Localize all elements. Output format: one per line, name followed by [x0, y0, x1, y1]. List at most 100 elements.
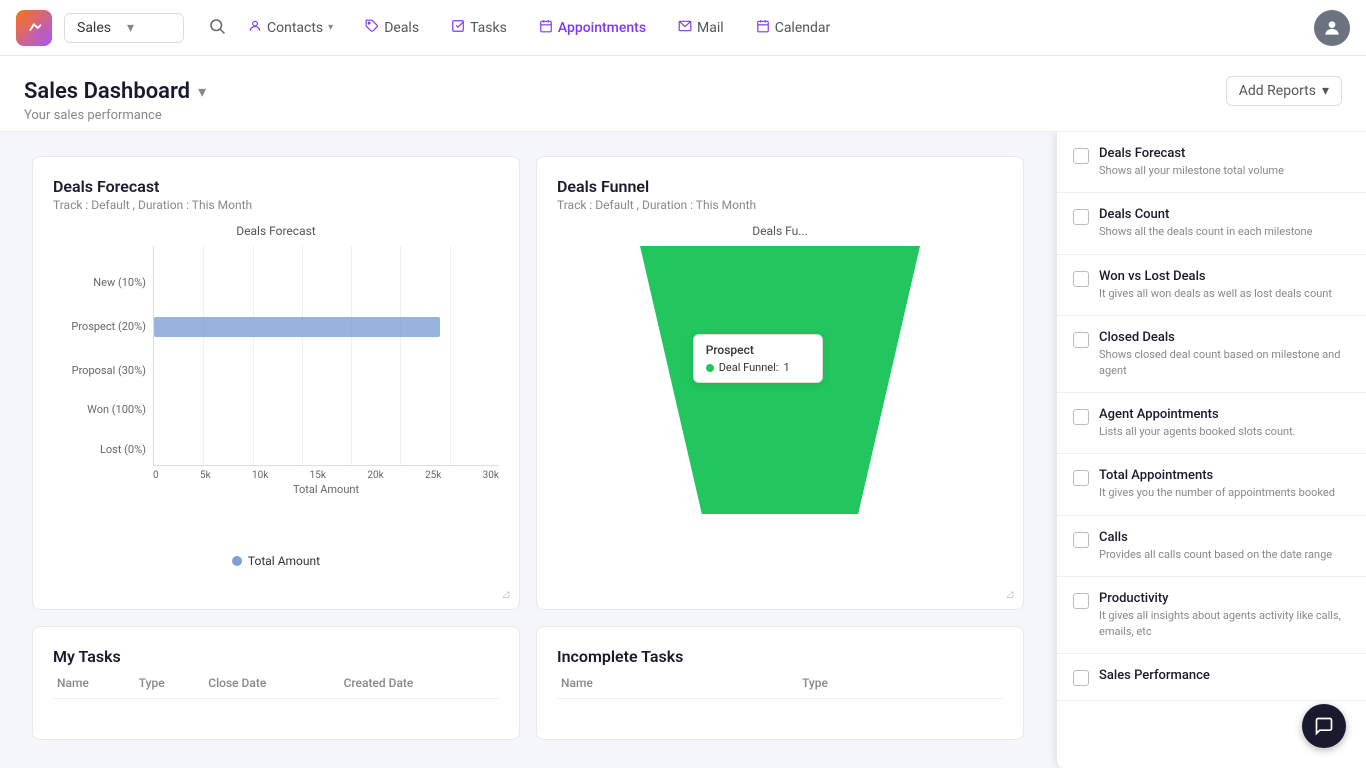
- panel-item-content-agent-appointments: Agent Appointments Lists all your agents …: [1099, 407, 1350, 439]
- user-avatar[interactable]: [1314, 10, 1350, 46]
- y-label-lost: Lost (0%): [50, 443, 146, 456]
- panel-item-won-vs-lost[interactable]: Won vs Lost DealsIt gives all won deals …: [1057, 255, 1366, 316]
- panel-checkbox-sales-performance[interactable]: [1073, 670, 1089, 686]
- panel-item-content-productivity: Productivity It gives all insights about …: [1099, 591, 1350, 639]
- add-reports-label: Add Reports: [1239, 83, 1316, 99]
- incomplete-tasks-table: Name Type: [557, 668, 1003, 699]
- panel-item-title-deals-forecast: Deals Forecast: [1099, 146, 1350, 161]
- incomplete-tasks-col-name: Name: [557, 668, 798, 699]
- deals-funnel-subtitle: Track : Default , Duration : This Month: [557, 198, 1003, 212]
- tooltip-item-label: Deal Funnel:: [719, 361, 779, 374]
- panel-item-title-won-vs-lost: Won vs Lost Deals: [1099, 269, 1350, 284]
- content-area: Deals Forecast Track : Default , Duratio…: [0, 132, 1366, 768]
- bar-row-prospect: Prospect (20%): [154, 312, 499, 342]
- my-tasks-col-type: Type: [135, 668, 205, 699]
- deals-forecast-subtitle: Track : Default , Duration : This Month: [53, 198, 499, 212]
- funnel-tooltip: Prospect Deal Funnel: 1: [693, 334, 823, 383]
- panel-item-desc-productivity: It gives all insights about agents activ…: [1099, 608, 1350, 639]
- right-panel: Deals ForecastShows all your milestone t…: [1056, 132, 1366, 768]
- panel-checkbox-agent-appointments[interactable]: [1073, 409, 1089, 425]
- panel-checkbox-calls[interactable]: [1073, 532, 1089, 548]
- dropdown-chevron-icon: ▾: [127, 20, 171, 36]
- sidebar-item-deals[interactable]: Deals: [351, 11, 433, 45]
- panel-item-total-appointments[interactable]: Total Appointments It gives you the numbe…: [1057, 454, 1366, 515]
- chat-button[interactable]: [1302, 704, 1346, 748]
- my-tasks-col-close-date: Close Date: [204, 668, 339, 699]
- panel-item-agent-appointments[interactable]: Agent Appointments Lists all your agents …: [1057, 393, 1366, 454]
- tasks-label: Tasks: [470, 20, 507, 36]
- calendar-label: Calendar: [775, 20, 831, 36]
- panel-item-content-deals-count: Deals CountShows all the deals count in …: [1099, 207, 1350, 239]
- sidebar-item-tasks[interactable]: Tasks: [437, 11, 521, 45]
- bar-row-won: Won (100%): [154, 395, 499, 425]
- bar-chart-title: Deals Forecast: [53, 224, 499, 238]
- sidebar-item-contacts[interactable]: Contacts ▾: [234, 11, 347, 45]
- my-tasks-widget: My Tasks Name Type Close Date Created Da…: [32, 626, 520, 741]
- funnel-resize-handle: ⊿: [1005, 587, 1015, 601]
- y-label-won: Won (100%): [50, 403, 146, 416]
- deals-forecast-title: Deals Forecast: [53, 177, 499, 196]
- my-tasks-title: My Tasks: [53, 647, 499, 666]
- panel-item-deals-forecast[interactable]: Deals ForecastShows all your milestone t…: [1057, 132, 1366, 193]
- bar-row-lost: Lost (0%): [154, 434, 499, 464]
- panel-checkbox-productivity[interactable]: [1073, 593, 1089, 609]
- navbar: Sales ▾ Contacts ▾ Deals: [0, 0, 1366, 56]
- main-wrapper: Sales Dashboard ▾ Add Reports ▾ Your sal…: [0, 0, 1366, 768]
- panel-checkbox-total-appointments[interactable]: [1073, 470, 1089, 486]
- legend-dot-total-amount: [232, 556, 242, 566]
- workspace-dropdown[interactable]: Sales ▾: [64, 13, 184, 43]
- x-label-0: 0: [153, 470, 159, 481]
- panel-item-desc-calls: Provides all calls count based on the da…: [1099, 547, 1350, 562]
- panel-checkbox-deals-forecast[interactable]: [1073, 148, 1089, 164]
- sidebar-item-appointments[interactable]: Appointments: [525, 11, 660, 45]
- panel-item-productivity[interactable]: Productivity It gives all insights about …: [1057, 577, 1366, 654]
- panel-item-content-total-appointments: Total Appointments It gives you the numbe…: [1099, 468, 1350, 500]
- panel-item-desc-total-appointments: It gives you the number of appointments …: [1099, 485, 1350, 500]
- panel-item-desc-agent-appointments: Lists all your agents booked slots count…: [1099, 424, 1350, 439]
- deals-forecast-chart: Deals Forecast: [53, 224, 499, 568]
- panel-item-content-won-vs-lost: Won vs Lost DealsIt gives all won deals …: [1099, 269, 1350, 301]
- panel-item-calls[interactable]: CallsProvides all calls count based on t…: [1057, 516, 1366, 577]
- panel-item-title-total-appointments: Total Appointments: [1099, 468, 1350, 483]
- x-label-5k: 5k: [200, 470, 211, 481]
- tooltip-item: Deal Funnel: 1: [706, 361, 810, 374]
- panel-item-sales-performance[interactable]: Sales Performance: [1057, 654, 1366, 701]
- mail-icon: [678, 19, 692, 37]
- panel-checkbox-deals-count[interactable]: [1073, 209, 1089, 225]
- sidebar-item-mail[interactable]: Mail: [664, 11, 738, 45]
- incomplete-tasks-title: Incomplete Tasks: [557, 647, 1003, 666]
- app-logo[interactable]: [16, 10, 52, 46]
- incomplete-tasks-widget: Incomplete Tasks Name Type: [536, 626, 1024, 741]
- title-chevron-icon[interactable]: ▾: [198, 82, 206, 101]
- panel-item-closed-deals[interactable]: Closed DealsShows closed deal count base…: [1057, 316, 1366, 393]
- contacts-chevron-icon: ▾: [328, 22, 333, 33]
- sidebar-item-calendar[interactable]: Calendar: [742, 11, 845, 45]
- calendar-icon: [756, 19, 770, 37]
- bar-row-new: New (10%): [154, 268, 499, 298]
- deals-label: Deals: [384, 20, 419, 36]
- panel-checkbox-won-vs-lost[interactable]: [1073, 271, 1089, 287]
- deals-funnel-widget: Deals Funnel Track : Default , Duration …: [536, 156, 1024, 610]
- panel-item-title-productivity: Productivity: [1099, 591, 1350, 606]
- add-reports-button[interactable]: Add Reports ▾: [1226, 76, 1342, 106]
- contacts-label: Contacts: [267, 20, 323, 36]
- bar-prospect: [154, 317, 440, 337]
- panel-item-title-sales-performance: Sales Performance: [1099, 668, 1350, 683]
- tooltip-item-value: 1: [783, 361, 789, 374]
- page-title: Sales Dashboard ▾: [24, 79, 206, 104]
- appointments-label: Appointments: [558, 20, 646, 36]
- tooltip-dot-icon: [706, 364, 714, 372]
- x-axis-labels: 0 5k 10k 15k 20k 25k 30k: [153, 466, 499, 481]
- dashboard-title: Sales Dashboard: [24, 79, 190, 104]
- panel-checkbox-closed-deals[interactable]: [1073, 332, 1089, 348]
- deals-funnel-title: Deals Funnel: [557, 177, 1003, 196]
- x-label-10k: 10k: [252, 470, 268, 481]
- panel-item-title-closed-deals: Closed Deals: [1099, 330, 1350, 345]
- mail-label: Mail: [697, 20, 724, 36]
- panel-item-title-agent-appointments: Agent Appointments: [1099, 407, 1350, 422]
- my-tasks-table: Name Type Close Date Created Date: [53, 668, 499, 699]
- panel-item-deals-count[interactable]: Deals CountShows all the deals count in …: [1057, 193, 1366, 254]
- search-button[interactable]: [208, 17, 226, 39]
- panel-item-content-calls: CallsProvides all calls count based on t…: [1099, 530, 1350, 562]
- nav-items: Contacts ▾ Deals Tasks: [234, 11, 1314, 45]
